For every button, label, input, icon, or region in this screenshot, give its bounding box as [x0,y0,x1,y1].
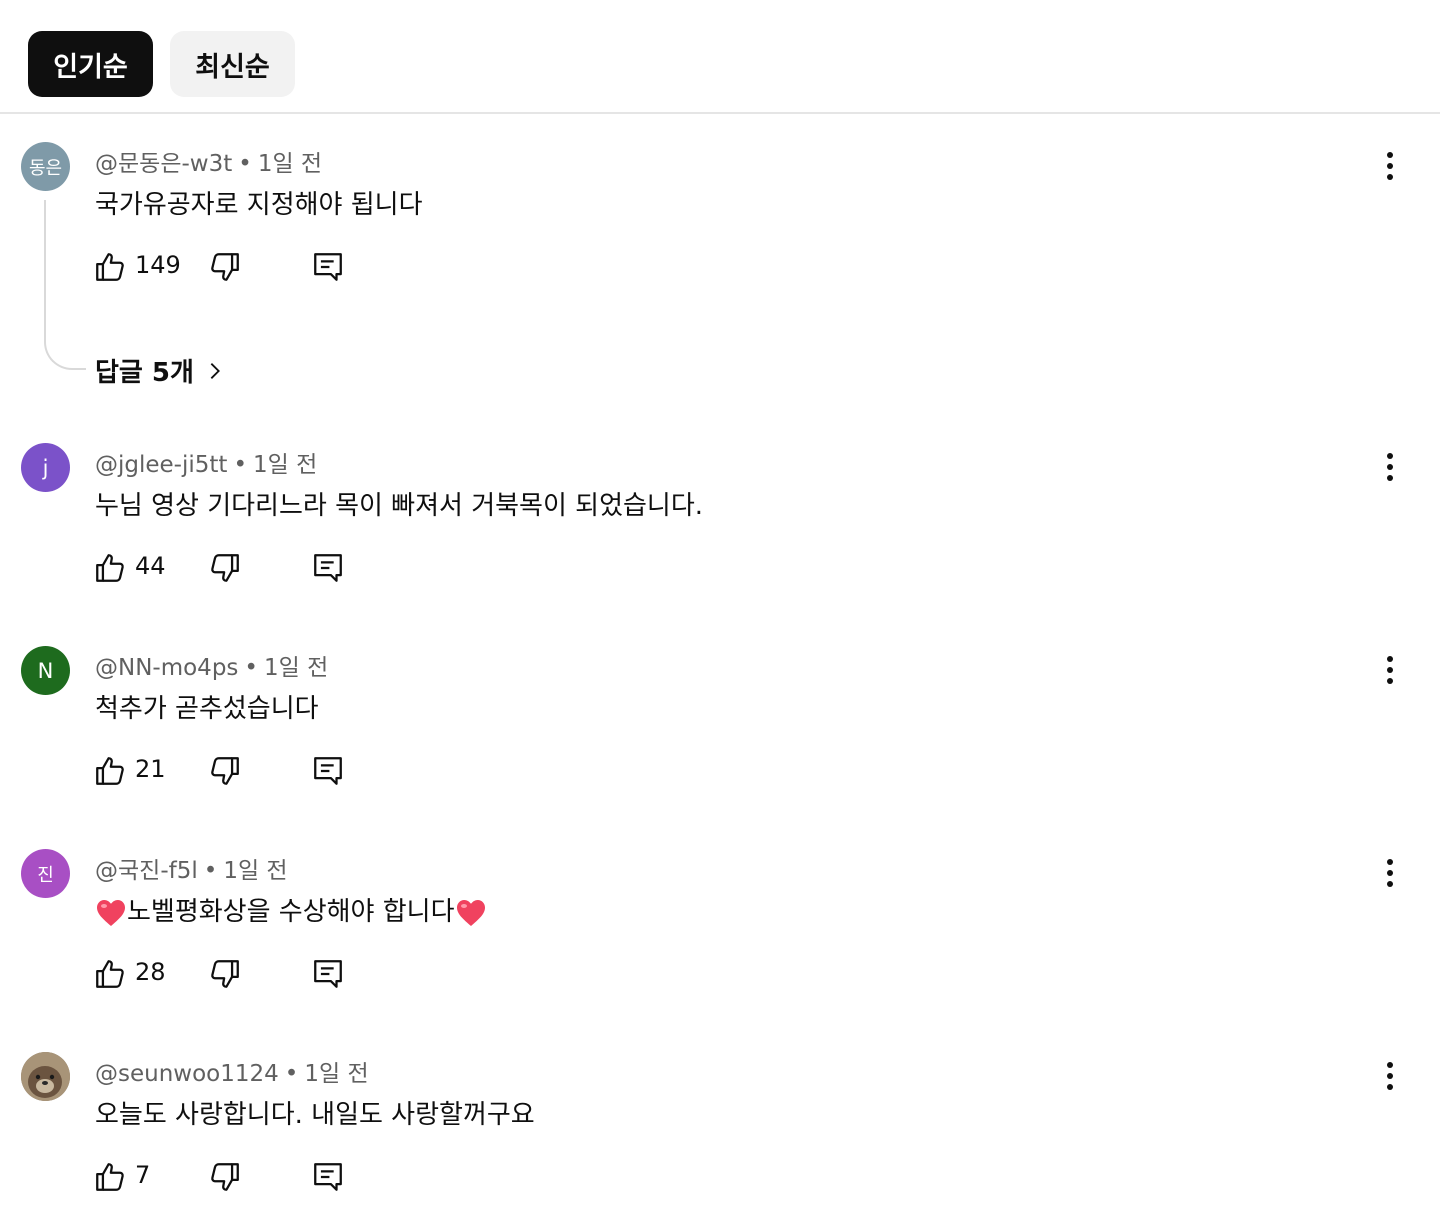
comment-text-main: 노벨평화상을 수상해야 합니다 [127,897,455,927]
reply-comment-icon [314,757,342,785]
author-name[interactable]: @문동은-w3t [95,151,232,177]
more-options-button[interactable] [1375,148,1405,184]
more-options-button[interactable] [1375,855,1405,891]
otter-avatar-image [21,1052,70,1101]
more-vertical-icon [1387,152,1393,158]
thread-connector [44,200,86,370]
reply-button[interactable] [311,957,345,991]
replies-label: 답글 5개 [95,358,194,388]
comment-text: 국가유공자로 지정해야 됩니다 [95,190,423,220]
comment-meta: @NN-mo4ps • 1일 전 [95,648,328,682]
comment-text: 척추가 곧추섰습니다 [95,694,319,724]
thumbs-up-icon [96,757,124,785]
separator-dot: • [203,858,218,884]
more-options-button[interactable] [1375,1058,1405,1094]
avatar[interactable]: 동은 [21,142,70,191]
reply-button[interactable] [311,754,345,788]
like-button[interactable] [93,551,127,585]
separator-dot: • [238,151,252,177]
dislike-button[interactable] [208,754,242,788]
more-vertical-icon [1387,656,1393,662]
like-button[interactable] [93,754,127,788]
more-options-button[interactable] [1375,449,1405,485]
like-count: 21 [135,755,166,783]
comment-actions: 21 [93,754,353,790]
like-button[interactable] [93,1160,127,1194]
sort-bar: 인기순 최신순 [0,0,1440,114]
sort-chip-popular[interactable]: 인기순 [28,31,153,97]
avatar[interactable]: N [21,646,70,695]
sort-chip-newest[interactable]: 최신순 [170,31,295,97]
like-button[interactable] [93,250,127,284]
dislike-button[interactable] [208,551,242,585]
thumbs-up-icon [96,960,124,988]
comment-meta: @jglee-ji5tt • 1일 전 [95,445,317,479]
thumbs-up-icon [96,1163,124,1191]
comment-actions: 28 [93,957,353,993]
thumbs-down-icon [211,253,239,281]
thumbs-up-icon [96,554,124,582]
author-name[interactable]: @seunwoo1124 [95,1061,279,1087]
comment-text: 오늘도 사랑합니다. 내일도 사랑할꺼구요 [95,1100,535,1130]
comment-text: 누님 영상 기다리느라 목이 빠져서 거북목이 되었습니다. [95,491,704,521]
comment-time[interactable]: 1일 전 [258,151,322,177]
author-name[interactable]: @NN-mo4ps [95,655,238,681]
separator-dot: • [233,452,248,478]
reply-comment-icon [314,554,342,582]
comment-text: 노벨평화상을 수상해야 합니다 [95,891,487,928]
like-count: 7 [135,1161,151,1189]
avatar[interactable] [21,1052,70,1101]
comment-meta: @seunwoo1124 • 1일 전 [95,1054,369,1088]
reply-button[interactable] [311,551,345,585]
like-count: 28 [135,958,166,986]
comment-time[interactable]: 1일 전 [304,1061,368,1087]
comment-actions: 7 [93,1160,353,1196]
like-count: 44 [135,552,166,580]
heart-emoji-icon [97,899,125,926]
more-vertical-icon [1387,859,1393,865]
chevron-right-icon [210,362,220,379]
reply-comment-icon [314,253,342,281]
separator-dot: • [244,655,258,681]
separator-dot: • [284,1061,299,1087]
thumbs-down-icon [211,960,239,988]
reply-comment-icon [314,1163,342,1191]
avatar[interactable]: j [21,443,70,492]
comment-actions: 149 [93,250,353,286]
dislike-button[interactable] [208,1160,242,1194]
comment-actions: 44 [93,551,353,587]
heart-emoji-icon [456,899,485,926]
more-vertical-icon [1387,453,1393,459]
avatar[interactable]: 진 [21,849,70,898]
like-button[interactable] [93,957,127,991]
like-count: 149 [135,251,181,279]
reply-button[interactable] [311,1160,345,1194]
author-name[interactable]: @국진-f5l [95,858,198,884]
thumbs-down-icon [211,1163,239,1191]
more-vertical-icon [1387,1062,1393,1068]
dislike-button[interactable] [208,250,242,284]
view-replies-button[interactable]: 답글 5개 [95,352,226,389]
comment-meta: @국진-f5l • 1일 전 [95,851,288,885]
reply-comment-icon [314,960,342,988]
reply-button[interactable] [311,250,345,284]
comment-meta: @문동은-w3t • 1일 전 [95,144,322,178]
comment-time[interactable]: 1일 전 [264,655,328,681]
comment-time[interactable]: 1일 전 [253,452,317,478]
thumbs-down-icon [211,554,239,582]
thumbs-up-icon [96,253,124,281]
dislike-button[interactable] [208,957,242,991]
thumbs-down-icon [211,757,239,785]
comment-time[interactable]: 1일 전 [223,858,287,884]
author-name[interactable]: @jglee-ji5tt [95,452,227,478]
more-options-button[interactable] [1375,652,1405,688]
